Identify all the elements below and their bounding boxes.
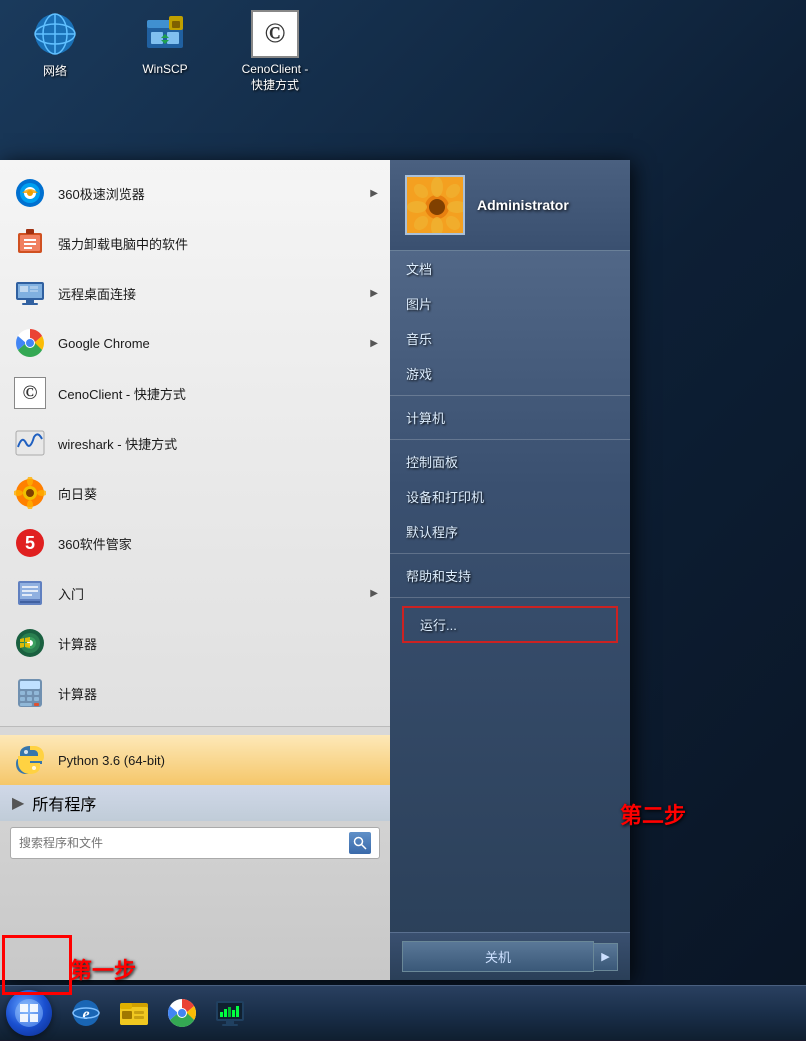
right-menu-defaultprograms[interactable]: 默认程序 [390, 514, 630, 549]
menu-item-remote-label: 远程桌面连接 [58, 284, 370, 303]
menu-item-calculator[interactable]: 计算器 [0, 668, 390, 718]
start-menu-pinned: 360极速浏览器 ▶ 强力卸 [0, 160, 390, 727]
python-icon [12, 742, 48, 778]
menu-item-cenoclient-label: CenoClient - 快捷方式 [58, 384, 378, 403]
right-divider-1 [390, 395, 630, 396]
right-menu-controlpanel[interactable]: 控制面板 [390, 444, 630, 479]
menu-item-chrome-label: Google Chrome [58, 336, 370, 351]
allprograms-arrow: ▶ [12, 793, 24, 813]
menu-item-intro-label: 入门 [58, 584, 370, 603]
right-divider-2 [390, 439, 630, 440]
taskbar: e [0, 985, 806, 1040]
menu-item-360mgr[interactable]: 5 360软件管家 [0, 518, 390, 568]
intro-icon [12, 575, 48, 611]
network-label: 网络 [43, 62, 67, 79]
right-menu-pictures[interactable]: 图片 [390, 286, 630, 321]
right-menu-help[interactable]: 帮助和支持 [390, 558, 630, 593]
network-icon [31, 10, 79, 58]
all-programs-label: 所有程序 [32, 791, 96, 815]
user-section: Administrator [390, 160, 630, 251]
taskbar-items: e [58, 991, 806, 1035]
cenoclient-label: CenoClient - 快捷方式 [242, 62, 309, 93]
user-avatar [405, 175, 465, 235]
cenoclient-menu-icon: © [12, 375, 48, 411]
menu-item-sunflower[interactable]: 向日葵 [0, 468, 390, 518]
right-menu-computer[interactable]: 计算机 [390, 400, 630, 435]
menu-item-360browser-label: 360极速浏览器 [58, 184, 370, 203]
taskbar-chrome[interactable] [160, 991, 204, 1035]
menu-item-python-label: Python 3.6 (64-bit) [58, 753, 378, 768]
step-1-label: 第一步 [70, 953, 136, 985]
arrow-icon-chrome: ▶ [370, 338, 378, 349]
menu-item-cenoclient[interactable]: © CenoClient - 快捷方式 [0, 368, 390, 418]
menu-item-remote[interactable]: 远程桌面连接 ▶ [0, 268, 390, 318]
windows-logo [15, 999, 43, 1027]
chrome-icon [12, 325, 48, 361]
360mgr-icon: 5 [12, 525, 48, 561]
step-2-label: 第二步 [620, 798, 686, 830]
menu-item-wireshark-label: wireshark - 快捷方式 [58, 434, 378, 453]
desktop-icon-winscp[interactable]: WinSCP [130, 10, 200, 93]
360browser-icon [12, 175, 48, 211]
cenoclient-desktop-icon: © [251, 10, 299, 58]
arrow-icon-360: ▶ [370, 188, 378, 199]
menu-item-mediacenter[interactable]: 计算器 [0, 618, 390, 668]
search-button[interactable] [349, 832, 371, 854]
right-divider-4 [390, 597, 630, 598]
search-input[interactable] [19, 836, 349, 850]
right-menu-run[interactable]: 运行... [402, 606, 618, 643]
menu-item-python[interactable]: Python 3.6 (64-bit) [0, 735, 390, 785]
mediacenter-icon [12, 625, 48, 661]
right-menu-music[interactable]: 音乐 [390, 321, 630, 356]
menu-item-uninstall-label: 强力卸载电脑中的软件 [58, 234, 378, 253]
desktop-icon-network[interactable]: 网络 [20, 10, 90, 93]
menu-item-wireshark[interactable]: wireshark - 快捷方式 [0, 418, 390, 468]
taskbar-ie[interactable]: e [64, 991, 108, 1035]
right-menu-games[interactable]: 游戏 [390, 356, 630, 391]
start-menu-right: Administrator 文档 图片 音乐 游戏 计算机 控制面板 设备和打印… [390, 160, 630, 980]
start-button-highlight [2, 935, 72, 995]
shutdown-section: 关机 ▶ [390, 932, 630, 980]
calculator-icon [12, 675, 48, 711]
winscp-label: WinSCP [142, 62, 187, 76]
menu-item-uninstall[interactable]: 强力卸载电脑中的软件 [0, 218, 390, 268]
all-programs-item[interactable]: ▶ 所有程序 [0, 785, 390, 821]
taskbar-explorer[interactable] [112, 991, 156, 1035]
winscp-icon [141, 10, 189, 58]
menu-item-chrome[interactable]: Google Chrome ▶ [0, 318, 390, 368]
desktop-icon-cenoclient[interactable]: © CenoClient - 快捷方式 [240, 10, 310, 93]
right-divider-3 [390, 553, 630, 554]
arrow-icon-intro: ▶ [370, 588, 378, 599]
svg-text:5: 5 [25, 533, 35, 553]
remote-icon [12, 275, 48, 311]
start-orb [6, 990, 52, 1036]
right-menu-documents[interactable]: 文档 [390, 251, 630, 286]
taskbar-monitor[interactable] [208, 991, 252, 1035]
shutdown-button[interactable]: 关机 [402, 941, 594, 972]
desktop: 网络 WinSCP [0, 0, 806, 1040]
search-bar[interactable] [10, 827, 380, 859]
menu-item-intro[interactable]: 入门 ▶ [0, 568, 390, 618]
shutdown-arrow[interactable]: ▶ [594, 943, 618, 971]
arrow-icon-remote: ▶ [370, 288, 378, 299]
menu-item-mediacenter-label: 计算器 [58, 634, 378, 653]
username-label: Administrator [477, 197, 569, 213]
sunflower-icon [12, 475, 48, 511]
start-menu: 360极速浏览器 ▶ 强力卸 [0, 160, 630, 980]
wireshark-icon [12, 425, 48, 461]
right-menu-devices[interactable]: 设备和打印机 [390, 479, 630, 514]
menu-item-360mgr-label: 360软件管家 [58, 534, 378, 553]
avatar-image [407, 177, 463, 233]
menu-item-sunflower-label: 向日葵 [58, 484, 378, 503]
uninstall-icon [12, 225, 48, 261]
desktop-icons: 网络 WinSCP [20, 10, 310, 93]
menu-item-360browser[interactable]: 360极速浏览器 ▶ [0, 168, 390, 218]
start-menu-left: 360极速浏览器 ▶ 强力卸 [0, 160, 390, 980]
menu-item-calculator-label: 计算器 [58, 684, 378, 703]
